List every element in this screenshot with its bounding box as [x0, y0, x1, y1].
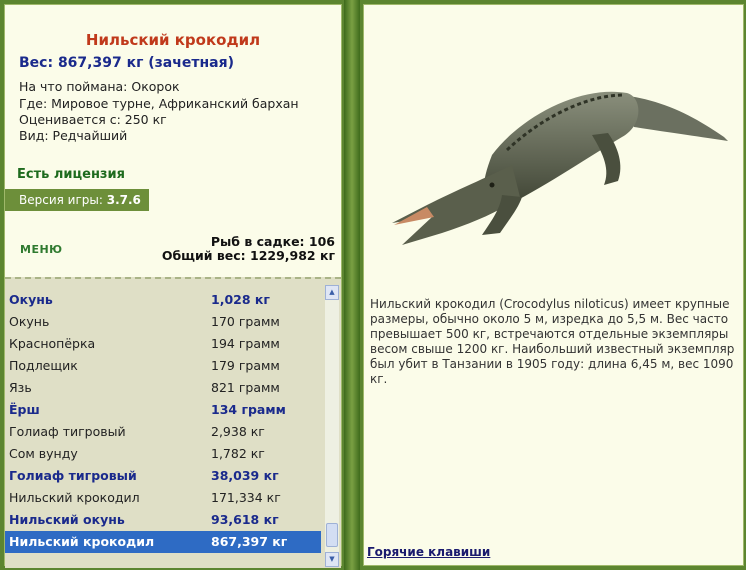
- fish-name: Краснопёрка: [9, 336, 96, 351]
- list-item[interactable]: Окунь 1,028 кг: [5, 289, 321, 311]
- scroll-up-icon[interactable]: ▲: [325, 285, 339, 300]
- list-item[interactable]: Подлещик 179 грамм: [5, 355, 321, 377]
- list-item[interactable]: Окунь 170 грамм: [5, 311, 321, 333]
- fish-name: Нильский окунь: [9, 512, 125, 527]
- keepnet-count: Рыб в садке: 106: [210, 234, 335, 249]
- fish-weight-value: 179 грамм: [211, 358, 280, 373]
- fish-weight-value: 1,028 кг: [211, 292, 270, 307]
- license-status: Есть лицензия: [17, 167, 125, 182]
- fish-name: Голиаф тигровый: [9, 468, 137, 483]
- fish-weight-value: 1,782 кг: [211, 446, 265, 461]
- fish-name: Окунь: [9, 292, 53, 307]
- fish-weight-value: 821 грамм: [211, 380, 280, 395]
- fish-description-panel: Нильский крокодил (Crocodylus niloticus)…: [360, 0, 746, 570]
- fish-name: Ёрш: [9, 402, 40, 417]
- crocodile-image: [392, 91, 728, 245]
- location-info: Где: Мировое турне, Африканский бархан: [19, 96, 299, 111]
- fish-weight-value: 170 грамм: [211, 314, 280, 329]
- list-item[interactable]: Нильский окунь 93,618 кг: [5, 509, 321, 531]
- rarity-info: Вид: Редчайший: [19, 128, 128, 143]
- fish-weight-value: 2,938 кг: [211, 424, 265, 439]
- fish-name: Подлещик: [9, 358, 78, 373]
- list-item[interactable]: Язь 821 грамм: [5, 377, 321, 399]
- fish-name: Язь: [9, 380, 32, 395]
- scroll-down-icon[interactable]: ▼: [325, 552, 339, 567]
- fish-description: Нильский крокодил (Crocodylus niloticus)…: [370, 297, 735, 386]
- fish-weight: Вес: 867,397 кг (зачетная): [19, 55, 234, 71]
- fish-weight-value: 171,334 кг: [211, 490, 281, 505]
- menu-button[interactable]: МЕНЮ: [20, 243, 63, 256]
- list-item[interactable]: Голиаф тигровый 38,039 кг: [5, 465, 321, 487]
- fish-weight-value: 867,397 кг: [211, 534, 288, 549]
- list-item-selected[interactable]: Нильский крокодил 867,397 кг: [5, 531, 321, 553]
- fish-weight-value: 93,618 кг: [211, 512, 279, 527]
- list-item[interactable]: Сом вунду 1,782 кг: [5, 443, 321, 465]
- fish-weight-value: 134 грамм: [211, 402, 286, 417]
- fish-description-card: Нильский крокодил (Crocodylus niloticus)…: [363, 4, 744, 566]
- scroll-thumb[interactable]: [326, 523, 338, 547]
- bait-info: На что поймана: Окорок: [19, 79, 180, 94]
- fish-name: Сом вунду: [9, 446, 78, 461]
- panel-divider: [344, 0, 360, 570]
- list-item[interactable]: Нильский крокодил 171,334 кг: [5, 487, 321, 509]
- fish-weight-value: 38,039 кг: [211, 468, 279, 483]
- fish-name: Окунь: [9, 314, 50, 329]
- version-badge: Версия игры: 3.7.6: [5, 189, 149, 211]
- fish-name: Нильский крокодил: [9, 534, 155, 549]
- version-label: Версия игры:: [19, 193, 103, 207]
- list-item[interactable]: Ёрш 134 грамм: [5, 399, 321, 421]
- fish-list[interactable]: Окунь 1,028 кг Окунь 170 грамм Краснопёрка…: [5, 277, 341, 568]
- fish-weight-value: 194 грамм: [211, 336, 280, 351]
- list-item[interactable]: Краснопёрка 194 грамм: [5, 333, 321, 355]
- fish-name: Нильский крокодил: [9, 490, 140, 505]
- fish-name: Голиаф тигровый: [9, 424, 126, 439]
- fish-title: Нильский крокодил: [85, 31, 261, 49]
- total-weight: Общий вес: 1229,982 кг: [161, 248, 335, 263]
- list-item[interactable]: Голиаф тигровый 2,938 кг: [5, 421, 321, 443]
- value-info: Оценивается с: 250 кг: [19, 112, 167, 127]
- version-value: 3.7.6: [106, 193, 141, 207]
- catch-info-card: Нильский крокодил Вес: 867,397 кг (зачет…: [4, 4, 342, 568]
- hotkeys-link[interactable]: Горячие клавиши: [367, 545, 490, 559]
- catch-info-panel: Нильский крокодил Вес: 867,397 кг (зачет…: [0, 0, 344, 570]
- fish-list-scrollbar[interactable]: ▲ ▼: [325, 285, 339, 567]
